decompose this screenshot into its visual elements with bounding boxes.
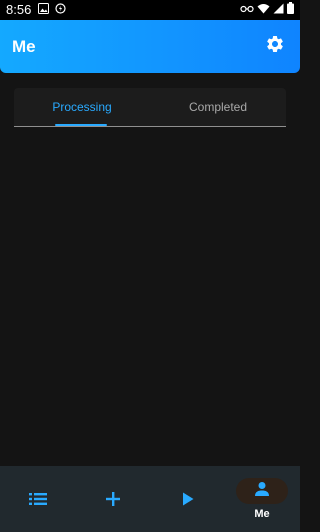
status-time: 8:56: [6, 2, 32, 17]
page-title: Me: [12, 37, 36, 56]
status-left-icons: [38, 1, 66, 19]
tab-completed-label: Completed: [188, 100, 248, 114]
tab-selected-indicator: [55, 124, 107, 126]
nav-item-play[interactable]: [160, 476, 216, 522]
tab-completed[interactable]: Completed: [150, 88, 286, 126]
gear-icon: [265, 34, 285, 59]
tab-processing-label: Processing: [52, 100, 112, 114]
status-bar: 8:56: [0, 0, 300, 20]
person-icon: [254, 481, 270, 502]
tab-bar: Processing Completed: [14, 88, 286, 127]
battery-icon: [287, 1, 294, 19]
status-right-icons: [240, 1, 294, 19]
bottom-nav: Me: [0, 466, 300, 532]
settings-button[interactable]: [264, 35, 286, 57]
list-icon: [27, 488, 49, 510]
play-icon: [177, 488, 199, 510]
data-saver-icon: [55, 1, 66, 19]
vpn-key-icon: [240, 1, 254, 19]
image-icon: [38, 1, 49, 19]
plus-icon: [102, 488, 124, 510]
nav-selected-pill: [236, 478, 288, 504]
tab-processing[interactable]: Processing: [14, 88, 150, 126]
nav-item-list[interactable]: [10, 476, 66, 522]
wifi-icon: [257, 1, 270, 19]
app-bar: Me: [0, 20, 300, 73]
nav-item-me[interactable]: Me: [234, 476, 290, 522]
nav-item-me-label: Me: [254, 508, 270, 520]
signal-icon: [273, 1, 284, 19]
nav-item-add[interactable]: [85, 476, 141, 522]
